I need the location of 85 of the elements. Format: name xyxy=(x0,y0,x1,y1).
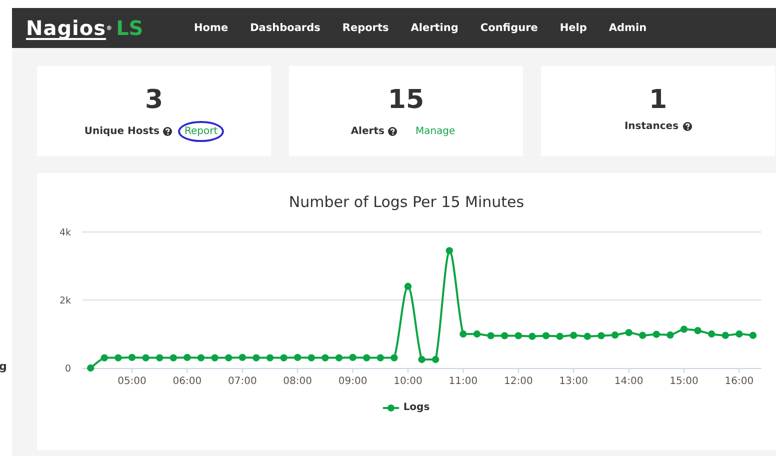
legend-label[interactable]: Logs xyxy=(403,402,430,413)
axis-label: 08:00 xyxy=(283,376,312,387)
data-point xyxy=(211,354,218,362)
data-point xyxy=(184,354,191,362)
axis-label: 09:00 xyxy=(338,376,368,387)
axis-label: 10:00 xyxy=(394,376,422,387)
data-point xyxy=(266,354,274,362)
axis-label: 2k xyxy=(59,296,71,306)
data-point xyxy=(708,330,716,338)
axis-label: 12:00 xyxy=(504,376,533,387)
data-point xyxy=(376,354,384,362)
data-point xyxy=(404,282,412,290)
data-point xyxy=(294,354,302,362)
data-point xyxy=(694,327,702,334)
nav-link[interactable]: Admin xyxy=(608,22,647,34)
stat-value: 3 xyxy=(144,84,164,116)
data-point xyxy=(501,332,508,340)
stat-label: Alerts xyxy=(350,126,384,137)
data-point xyxy=(156,354,164,362)
data-point xyxy=(432,356,440,364)
data-point xyxy=(238,354,246,362)
axis-label: 05:00 xyxy=(118,376,146,387)
logo-product[interactable]: LS xyxy=(116,16,144,40)
data-point xyxy=(128,354,136,362)
data-point xyxy=(197,354,205,362)
nav-link[interactable]: Home xyxy=(194,22,228,34)
stat-value: 1 xyxy=(648,84,668,116)
data-point xyxy=(598,332,605,340)
stat-value: 15 xyxy=(388,84,424,116)
data-point xyxy=(625,329,632,336)
axis-label: 14:00 xyxy=(614,376,644,387)
data-point xyxy=(418,356,426,364)
data-point xyxy=(308,354,315,362)
data-point xyxy=(528,332,536,340)
data-point xyxy=(639,332,646,339)
nav-link[interactable]: Dashboards xyxy=(250,22,320,34)
logo-name[interactable]: Nagios xyxy=(26,16,106,40)
data-point xyxy=(280,354,288,362)
data-point xyxy=(225,354,232,362)
help-icon[interactable] xyxy=(163,127,172,136)
data-point xyxy=(749,332,757,339)
data-point xyxy=(142,354,150,362)
chart-title: Number of Logs Per 15 Minutes xyxy=(288,193,524,211)
data-point xyxy=(680,326,688,333)
axis-label: 06:00 xyxy=(172,376,202,387)
data-point xyxy=(584,332,591,340)
nav-link[interactable]: Help xyxy=(560,22,587,34)
data-point xyxy=(252,354,260,362)
data-point xyxy=(611,331,619,339)
data-point xyxy=(349,354,356,362)
axis-label: 4k xyxy=(59,228,71,238)
data-point xyxy=(473,330,481,338)
data-point xyxy=(335,354,343,362)
axis-label: 11:00 xyxy=(448,376,478,387)
data-point xyxy=(736,330,743,338)
data-point xyxy=(363,354,370,362)
data-point xyxy=(514,332,522,340)
help-icon[interactable] xyxy=(388,127,398,136)
data-point xyxy=(542,332,550,340)
axis-label: 13:00 xyxy=(559,376,588,387)
stat-label: Unique Hosts xyxy=(84,126,160,137)
data-point xyxy=(446,247,453,254)
axis-label: 16:00 xyxy=(724,376,754,387)
data-point xyxy=(390,354,398,362)
axis-label: 15:00 xyxy=(670,376,698,387)
data-point xyxy=(652,330,660,338)
axis-label: 07:00 xyxy=(228,376,257,387)
data-point xyxy=(556,332,564,340)
data-point xyxy=(87,364,94,372)
nav-link[interactable]: Reports xyxy=(342,22,389,34)
nav-link[interactable]: Configure xyxy=(480,22,538,34)
data-point xyxy=(722,332,729,339)
legend-icon[interactable] xyxy=(383,404,400,412)
data-point xyxy=(114,354,122,362)
nav-link[interactable]: Alerting xyxy=(410,22,458,34)
data-point xyxy=(322,354,329,362)
data-point xyxy=(487,332,494,340)
help-icon[interactable] xyxy=(682,122,692,131)
data-point xyxy=(100,354,108,362)
data-point xyxy=(170,354,177,362)
stat-label: Instances xyxy=(624,121,679,132)
data-point xyxy=(570,332,578,339)
data-point xyxy=(460,330,467,338)
data-point xyxy=(666,331,674,339)
axis-label: 0 xyxy=(64,364,71,374)
